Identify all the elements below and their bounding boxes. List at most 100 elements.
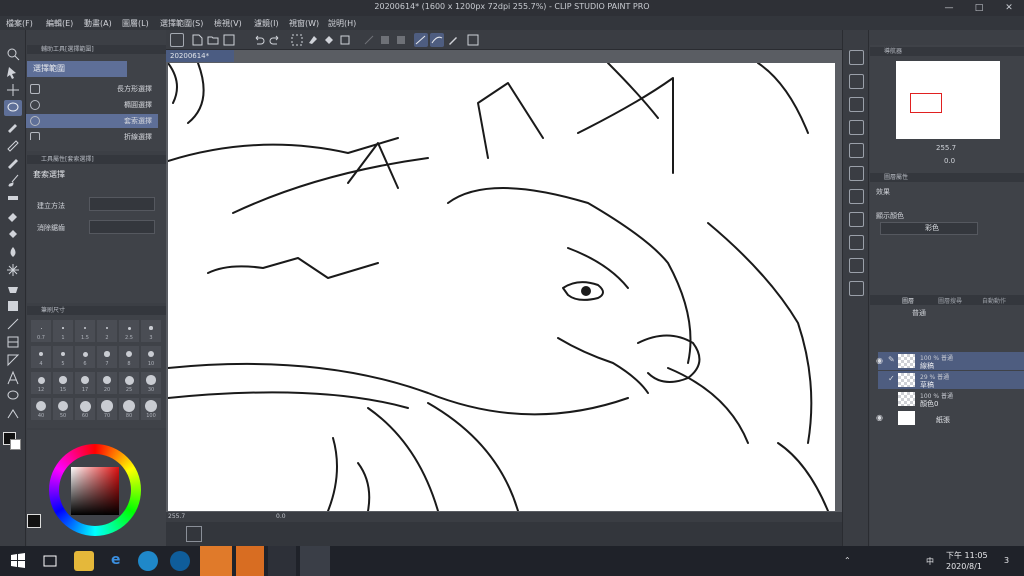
close-button[interactable]: ✕ <box>994 0 1024 16</box>
frame-icon[interactable] <box>4 334 22 350</box>
layer-row-lineart[interactable]: ◉ ✎ 100 % 普通 線稿 <box>876 352 1024 370</box>
brush-icon[interactable] <box>4 172 22 188</box>
menu-animation[interactable]: 動畫(A) <box>84 18 112 29</box>
saturation-value-square[interactable] <box>71 467 119 515</box>
menu-help[interactable]: 說明(H) <box>328 18 356 29</box>
subtool-lasso-select[interactable]: 套索選擇 <box>26 114 158 128</box>
menu-file[interactable]: 檔案(F) <box>6 18 33 29</box>
notification-count[interactable]: 3 <box>1004 556 1009 565</box>
bucket-icon[interactable] <box>4 280 22 296</box>
brush-size-cell[interactable]: 5 <box>53 346 73 368</box>
ime-indicator[interactable]: 中 <box>926 556 934 567</box>
disabled-cmd-icon[interactable] <box>362 33 376 47</box>
clear-icon[interactable] <box>306 33 320 47</box>
fill-bucket-icon[interactable] <box>4 226 22 242</box>
deselect-icon[interactable] <box>290 33 304 47</box>
brush-size-cell[interactable]: 12 <box>31 372 51 394</box>
brush-size-cell[interactable]: 0.7 <box>31 320 51 342</box>
maximize-button[interactable]: □ <box>964 0 994 16</box>
disabled-cmd-icon[interactable] <box>394 33 408 47</box>
navigator-zoom[interactable]: 255.7 <box>936 144 956 152</box>
move-icon[interactable] <box>4 82 22 98</box>
open-file-icon[interactable] <box>206 33 220 47</box>
brush-size-cell[interactable]: 30 <box>141 372 161 394</box>
tab-layer-search[interactable]: 圖層搜尋 <box>938 296 962 305</box>
pen-settings-icon[interactable] <box>446 33 460 47</box>
panel-icon[interactable] <box>849 120 864 135</box>
brush-size-cell[interactable]: 7 <box>97 346 117 368</box>
menu-window[interactable]: 視窗(W) <box>289 18 319 29</box>
redo-icon[interactable] <box>268 33 282 47</box>
navigator-view-rect[interactable] <box>910 93 942 113</box>
disabled-cmd-icon[interactable] <box>378 33 392 47</box>
brush-size-cell[interactable]: 25 <box>119 372 139 394</box>
brush-size-cell[interactable]: 1.5 <box>75 320 95 342</box>
brush-size-cell[interactable]: 20 <box>97 372 117 394</box>
edge-legacy-icon[interactable]: e <box>106 551 126 571</box>
subtool-rect-select[interactable]: 長方形選擇 <box>26 82 158 96</box>
gradient-icon[interactable] <box>4 298 22 314</box>
panel-icon[interactable] <box>849 143 864 158</box>
snap-special-ruler-icon[interactable] <box>430 33 444 47</box>
clock-date[interactable]: 2020/8/1 <box>946 562 982 571</box>
help-icon[interactable] <box>466 33 480 47</box>
ruler-icon[interactable] <box>4 352 22 368</box>
brush-size-cell[interactable]: 60 <box>75 398 95 420</box>
main-color-chip[interactable] <box>27 514 41 528</box>
minimize-button[interactable]: — <box>934 0 964 16</box>
brush-size-cell[interactable]: 70 <box>97 398 117 420</box>
brush-size-cell[interactable]: 2.5 <box>119 320 139 342</box>
new-file-icon[interactable] <box>190 33 204 47</box>
clip-studio-icon[interactable] <box>170 33 184 47</box>
eraser-icon[interactable] <box>4 208 22 224</box>
subtool-ellipse-select[interactable]: 橢圓選擇 <box>26 98 158 112</box>
brush-size-cell[interactable]: 17 <box>75 372 95 394</box>
panel-icon[interactable] <box>849 166 864 181</box>
brush-size-cell[interactable]: 15 <box>53 372 73 394</box>
material-icon[interactable] <box>849 50 864 65</box>
menu-layer[interactable]: 圖層(L) <box>122 18 149 29</box>
undo-icon[interactable] <box>252 33 266 47</box>
menu-filter[interactable]: 濾鏡(I) <box>254 18 279 29</box>
canvas-paper[interactable] <box>168 63 835 511</box>
brush-size-cell[interactable]: 40 <box>31 398 51 420</box>
brush-size-cell[interactable]: 2 <box>97 320 117 342</box>
panel-icon[interactable] <box>849 189 864 204</box>
subtool-polyline-select[interactable]: 折線選擇 <box>26 130 158 140</box>
navigator-preview[interactable] <box>896 61 1000 139</box>
airbrush-icon[interactable] <box>4 190 22 206</box>
canvas-zoom-value[interactable]: 255.7 <box>168 513 185 520</box>
panel-icon[interactable] <box>849 212 864 227</box>
panel-icon[interactable] <box>849 235 864 250</box>
transform-icon[interactable] <box>338 33 352 47</box>
panel-icon[interactable] <box>849 74 864 89</box>
brush-size-cell[interactable]: 4 <box>31 346 51 368</box>
antialias-buttons[interactable] <box>89 220 155 234</box>
navigator-rotation[interactable]: 0.0 <box>944 157 955 165</box>
snap-ruler-icon[interactable] <box>414 33 428 47</box>
panel-icon[interactable] <box>849 97 864 112</box>
eye-icon[interactable]: ◉ <box>876 356 883 365</box>
brush-size-cell[interactable]: 100 <box>141 398 161 420</box>
file-explorer-icon[interactable] <box>74 551 94 571</box>
operation-icon[interactable] <box>4 64 22 80</box>
brush-size-cell[interactable]: 6 <box>75 346 95 368</box>
menu-view[interactable]: 檢視(V) <box>214 18 242 29</box>
blend-icon[interactable] <box>4 244 22 260</box>
eye-icon[interactable]: ◉ <box>876 413 883 422</box>
tray-chevron-icon[interactable]: ⌃ <box>844 556 851 565</box>
brush-size-cell[interactable]: 50 <box>53 398 73 420</box>
sub-color-swatch[interactable] <box>10 439 21 450</box>
brush-size-cell[interactable]: 8 <box>119 346 139 368</box>
document-tab[interactable]: 20200614* <box>166 50 234 62</box>
balloon-icon[interactable] <box>4 388 22 404</box>
sub-tool-group-tab[interactable]: 選擇範圍 <box>27 61 127 77</box>
clip-studio-paint-taskbar-icon[interactable] <box>300 546 330 576</box>
panel-icon[interactable] <box>849 258 864 273</box>
clock-time[interactable]: 下午 11:05 <box>946 550 988 561</box>
menu-edit[interactable]: 編輯(E) <box>46 18 73 29</box>
layer-row-draft[interactable]: ✓ 29 % 普通 草稿 <box>878 371 1024 389</box>
cortana-app-icon[interactable] <box>170 551 190 571</box>
pencil-icon[interactable] <box>4 154 22 170</box>
pen-icon[interactable] <box>4 136 22 152</box>
